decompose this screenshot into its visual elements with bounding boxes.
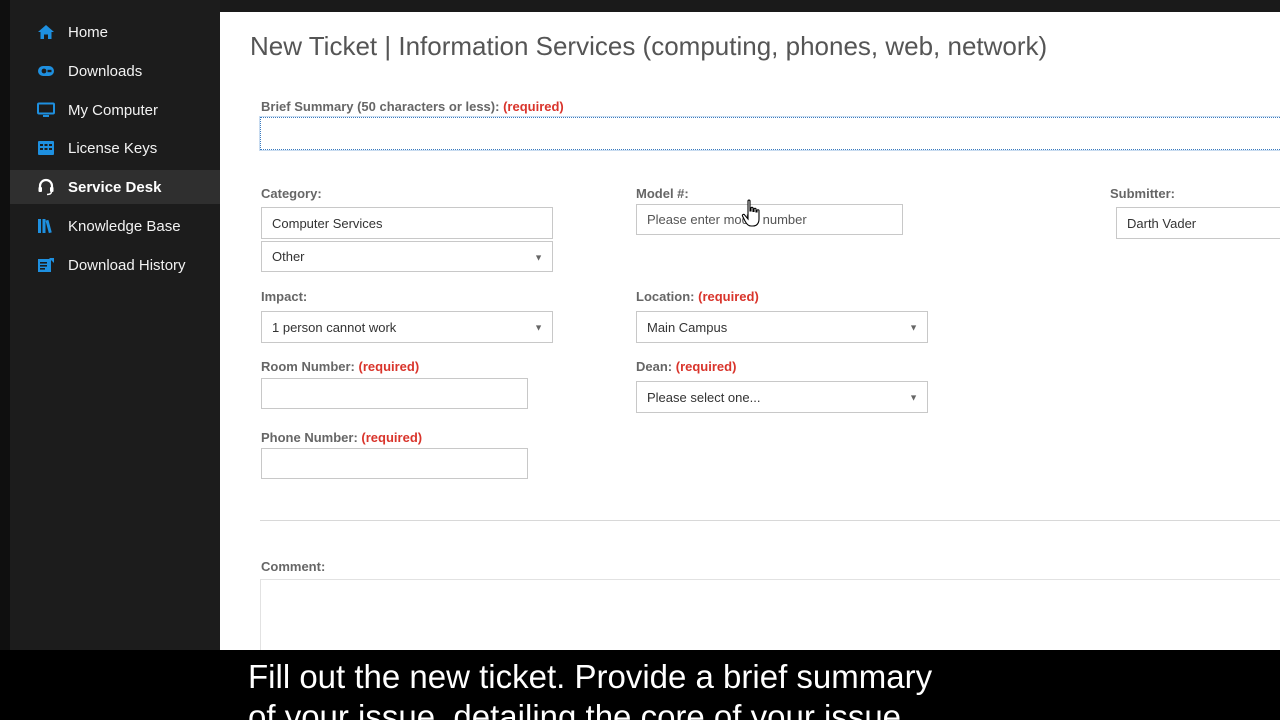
subcategory-value: Other [272,249,305,264]
history-icon [36,255,56,275]
category-select[interactable]: Computer Services [261,207,553,239]
section-divider [260,520,1280,521]
caption-line-2: of your issue, detailing the core of you… [248,698,911,720]
sidebar-item-download-history[interactable]: Download History [10,248,220,282]
sidebar-item-license-keys[interactable]: License Keys [10,131,220,165]
room-number-input[interactable] [261,378,528,409]
submitter-label: Submitter: [1110,186,1175,201]
required-marker: (required) [503,99,564,114]
page-title: New Ticket | Information Services (compu… [250,31,1048,61]
hand-cursor-icon [741,199,760,227]
summary-label-text: Brief Summary (50 characters or less): [261,99,500,114]
sidebar-edge [0,0,10,650]
sidebar-item-label: Downloads [68,62,143,80]
required-marker: (required) [675,359,737,374]
sidebar-item-downloads[interactable]: Downloads [10,54,220,88]
sidebar-item-my-computer[interactable]: My Computer [10,93,220,127]
sidebar-item-label: My Computer [68,101,159,119]
chevron-down-icon: ▼ [909,322,918,333]
room-label-text: Room Number: [261,359,355,374]
model-input[interactable]: Please enter model number [636,204,903,235]
top-bar [220,0,1280,12]
phone-label-text: Phone Number: [261,430,358,445]
dean-value: Please select one... [647,389,761,405]
required-marker: (required) [698,289,759,304]
summary-label: Brief Summary (50 characters or less): (… [261,99,564,114]
dean-select[interactable]: Please select one... ▼ [636,381,928,413]
impact-label: Impact: [261,289,308,304]
sidebar-item-service-desk[interactable]: Service Desk [10,170,220,204]
sidebar-item-knowledge-base[interactable]: Knowledge Base [10,209,220,243]
required-marker: (required) [361,430,423,445]
main-content: New Ticket | Information Services (compu… [220,0,1280,650]
chevron-down-icon: ▼ [534,322,543,333]
sidebar-item-label: Knowledge Base [68,217,181,235]
monitor-icon [36,100,56,120]
comment-textarea[interactable] [260,579,1280,650]
sidebar-item-label: License Keys [68,139,158,157]
dean-label-text: Dean: [636,359,673,374]
chevron-down-icon: ▼ [909,392,918,403]
location-value: Main Campus [647,319,728,335]
home-icon [36,22,56,42]
sidebar-item-label: Home [68,23,109,41]
impact-select[interactable]: 1 person cannot work ▼ [261,311,553,343]
video-caption: Fill out the new ticket. Provide a brief… [0,650,1280,720]
sidebar-item-label: Download History [68,256,186,274]
dean-label: Dean: (required) [636,359,736,374]
phone-number-input[interactable] [261,448,528,479]
submitter-value: Darth Vader [1127,215,1197,231]
phone-label: Phone Number: (required) [261,430,422,445]
submitter-field[interactable]: Darth Vader [1116,207,1280,239]
location-label-text: Location: [636,289,695,304]
required-marker: (required) [358,359,420,374]
model-placeholder: Please enter model number [647,212,807,227]
sidebar-item-home[interactable]: Home [10,15,220,49]
room-label: Room Number: (required) [261,359,419,374]
model-label: Model #: [636,186,689,201]
comment-label: Comment: [261,559,326,574]
sidebar: Home Downloads My Computer License Keys … [0,0,220,650]
keys-icon [36,138,56,158]
location-select[interactable]: Main Campus ▼ [636,311,928,343]
downloads-icon [36,61,56,81]
category-label: Category: [261,186,322,201]
subcategory-select[interactable]: Other ▼ [261,241,553,272]
headset-icon [36,177,56,197]
category-value: Computer Services [272,215,383,231]
location-label: Location: (required) [636,289,759,304]
caption-line-1: Fill out the new ticket. Provide a brief… [248,658,933,695]
impact-value: 1 person cannot work [272,319,397,335]
summary-input[interactable] [259,116,1280,151]
chevron-down-icon: ▼ [534,252,543,262]
sidebar-item-label: Service Desk [68,178,162,196]
books-icon [36,216,56,236]
